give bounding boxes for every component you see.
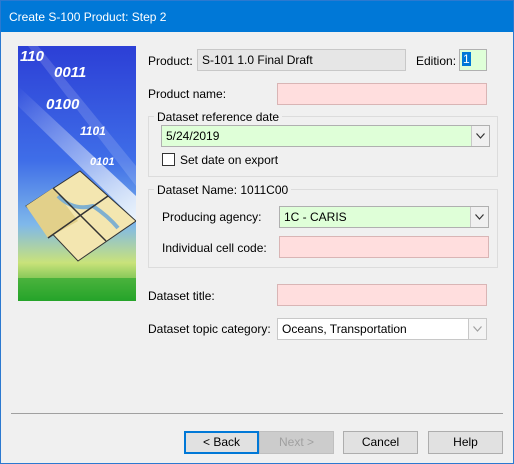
button-separator [11, 413, 503, 414]
set-date-on-export-checkbox[interactable] [162, 153, 175, 166]
individual-cell-code-input[interactable] [279, 236, 489, 258]
help-button[interactable]: Help [428, 431, 503, 454]
edition-value: 1 [462, 52, 471, 66]
wizard-side-image: 110 0011 0100 1101 0101 [18, 46, 136, 301]
dataset-topic-category-label: Dataset topic category: [148, 322, 271, 336]
dataset-reference-date-value: 5/24/2019 [166, 129, 220, 143]
dataset-title-input[interactable] [277, 284, 487, 306]
edition-field[interactable]: 1 [459, 49, 487, 71]
binary-text-4: 1101 [80, 124, 106, 138]
dataset-topic-category-select[interactable]: Oceans, Transportation [277, 318, 487, 340]
chevron-down-icon [473, 326, 482, 332]
dataset-title-label: Dataset title: [148, 289, 215, 303]
cancel-button[interactable]: Cancel [343, 431, 418, 454]
chevron-down-icon [476, 133, 485, 139]
back-button[interactable]: < Back [184, 431, 259, 454]
product-name-label: Product name: [148, 87, 227, 101]
date-dropdown-button[interactable] [471, 126, 489, 146]
binary-text-1: 110 [20, 48, 44, 65]
next-button[interactable]: Next > [259, 431, 334, 454]
producing-agency-select[interactable]: 1C - CARIS [279, 206, 489, 228]
chevron-down-icon [475, 214, 484, 220]
producing-agency-value: 1C - CARIS [284, 210, 347, 224]
topic-category-dropdown-button[interactable] [468, 319, 486, 339]
binary-text-5: 0101 [90, 156, 115, 168]
product-field: S-101 1.0 Final Draft [197, 49, 406, 71]
dataset-name-group-title: Dataset Name: 1011C00 [154, 183, 292, 197]
binary-text-2: 0011 [54, 64, 87, 81]
set-date-on-export-label: Set date on export [180, 153, 279, 167]
chart-illustration [18, 46, 136, 301]
product-label: Product: [148, 54, 193, 68]
producing-agency-label: Producing agency: [162, 210, 262, 224]
window-title: Create S-100 Product: Step 2 [9, 10, 167, 24]
dataset-topic-category-value: Oceans, Transportation [282, 322, 407, 336]
title-bar: Create S-100 Product: Step 2 [1, 1, 513, 32]
dataset-reference-date-group-title: Dataset reference date [154, 110, 283, 124]
dataset-reference-date-picker[interactable]: 5/24/2019 [161, 125, 490, 147]
edition-label: Edition: [416, 54, 457, 68]
individual-cell-code-label: Individual cell code: [162, 241, 267, 255]
create-product-dialog: Create S-100 Product: Step 2 110 0011 01… [0, 0, 514, 464]
binary-text-3: 0100 [46, 96, 80, 113]
producing-agency-dropdown-button[interactable] [470, 207, 488, 227]
product-name-input[interactable] [277, 83, 487, 105]
